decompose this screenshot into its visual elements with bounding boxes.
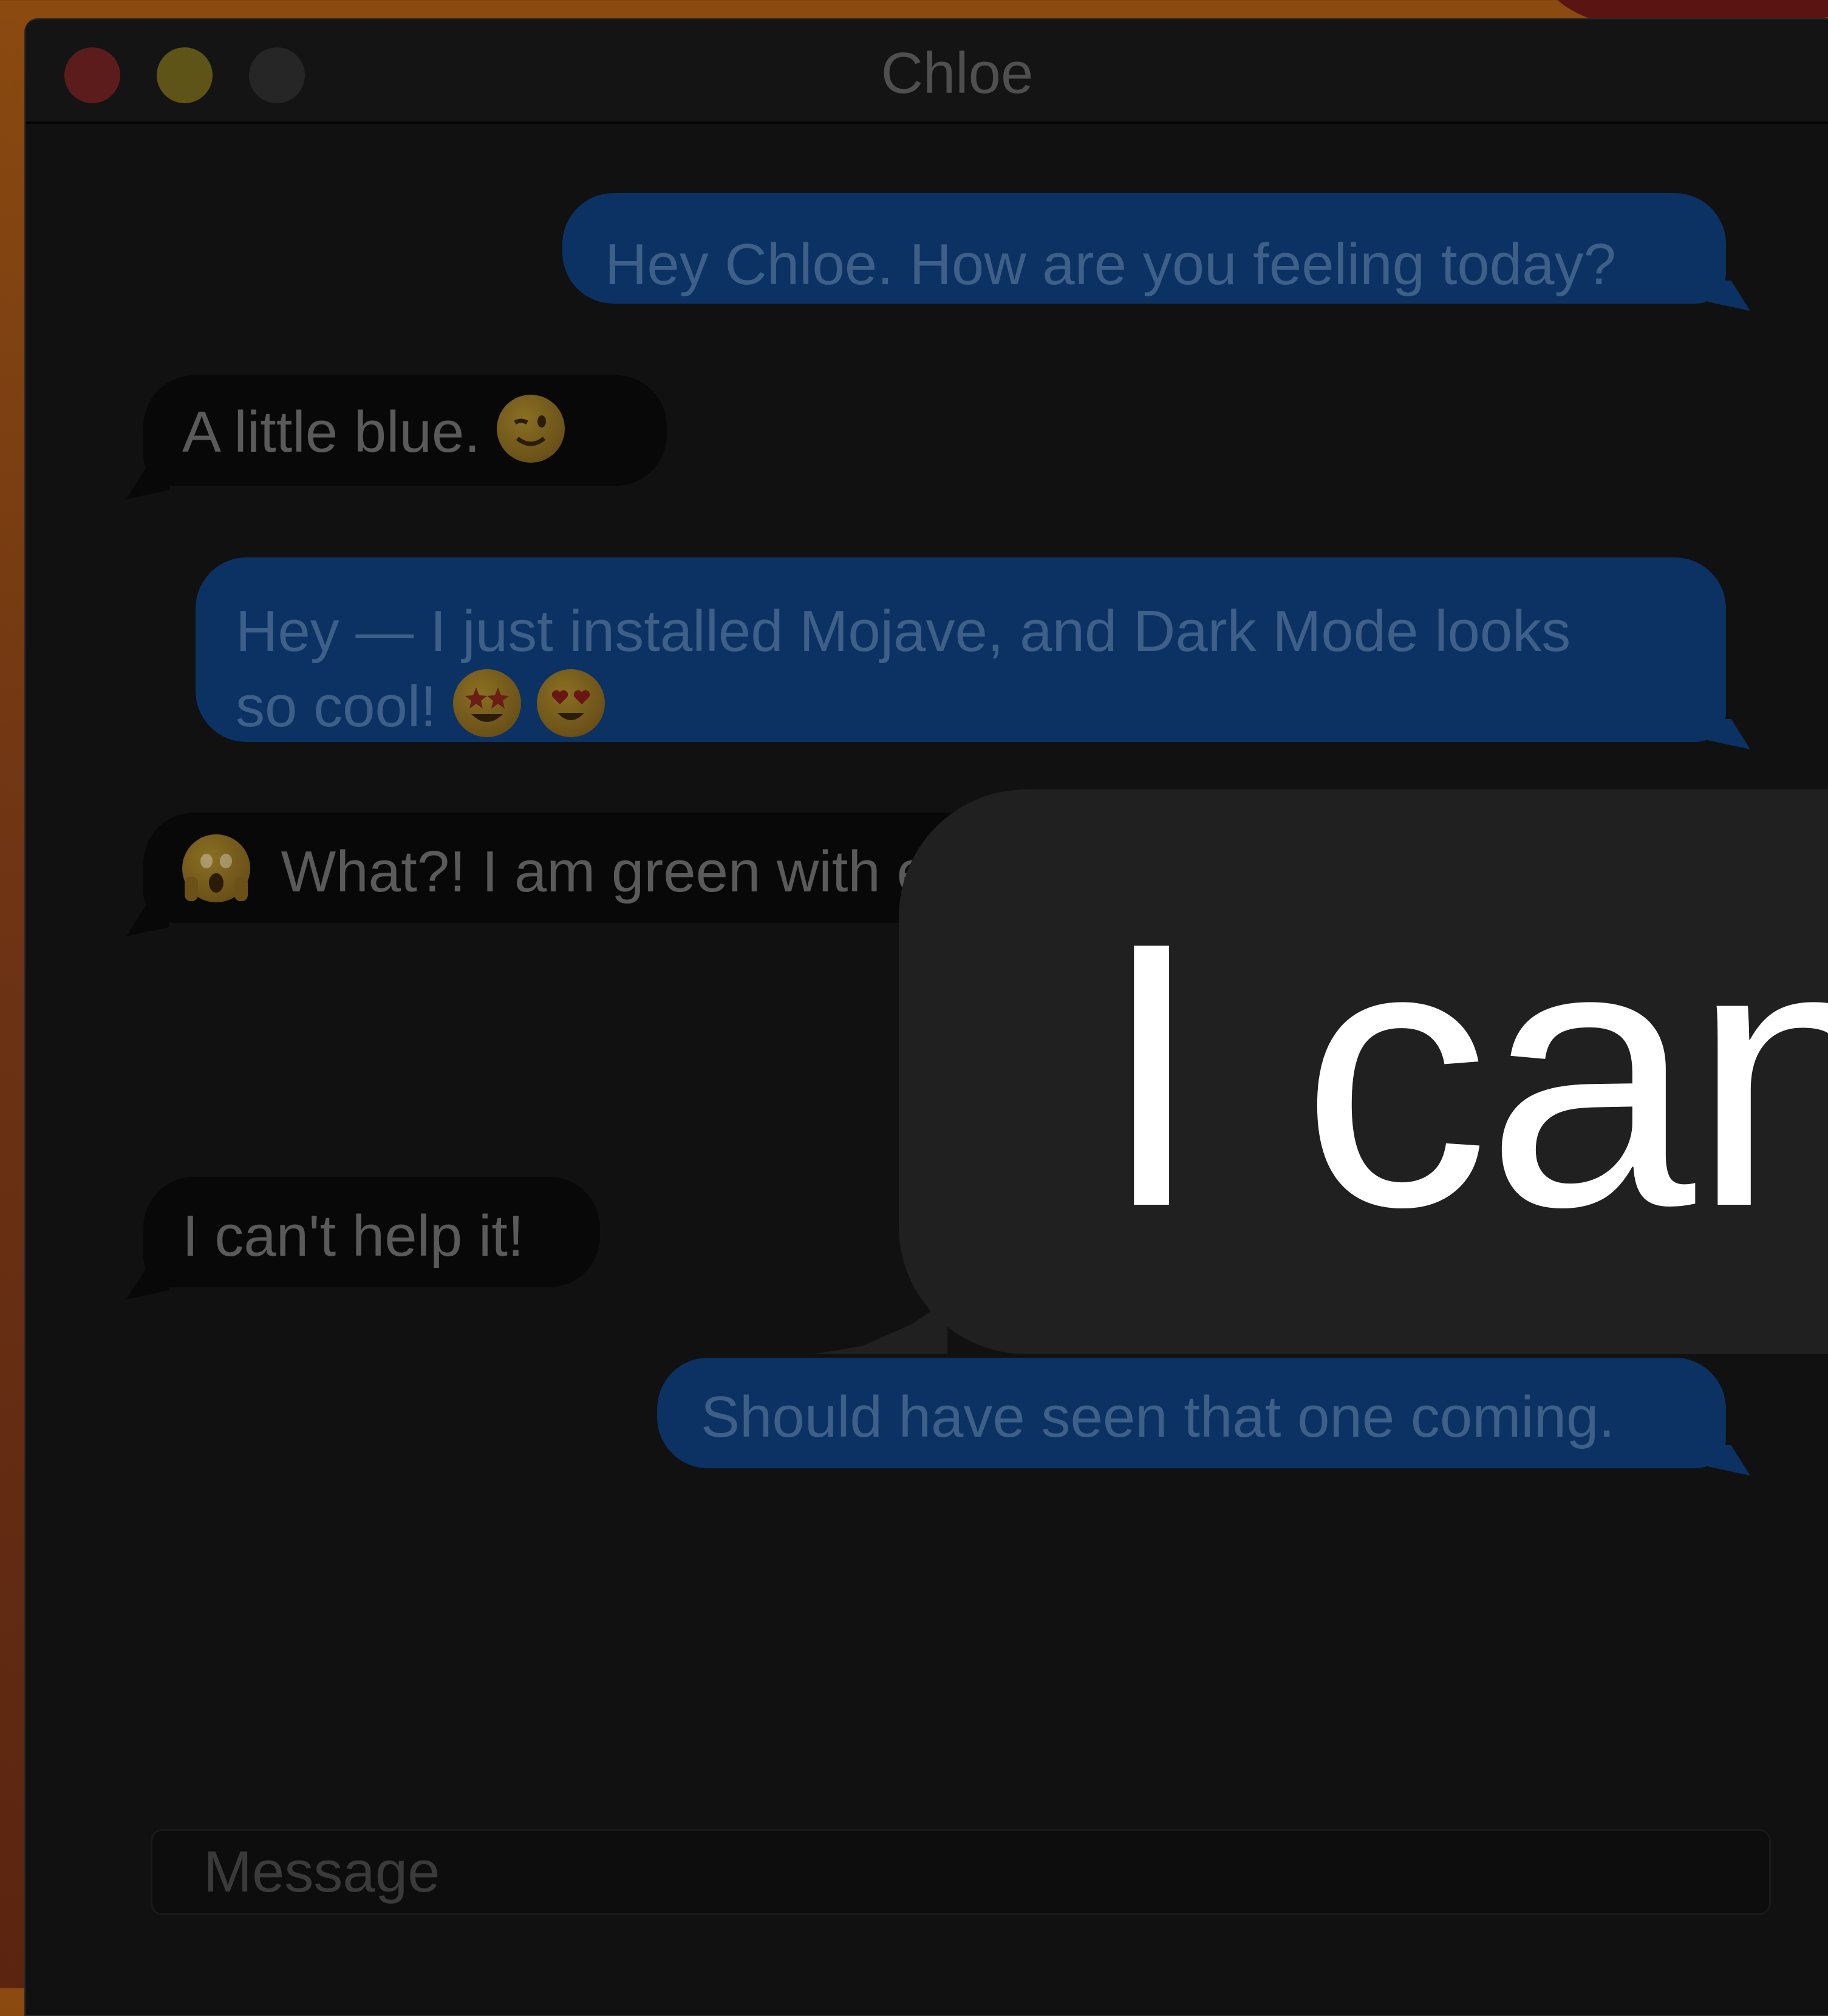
message-text-line: so cool! <box>236 669 1726 744</box>
message-text: A little blue. <box>182 400 480 465</box>
message-input[interactable] <box>151 1829 1771 1915</box>
bubble-tail <box>1708 281 1750 311</box>
bubble-tail <box>126 906 169 936</box>
received-message-bubble[interactable]: I can't help it! <box>143 1177 600 1287</box>
sent-message-bubble[interactable]: Hey Chloe. How are you feeling today? <box>562 193 1726 304</box>
star-struck-face-icon <box>452 669 521 737</box>
zoomed-message-bubble: I can' <box>899 789 1828 1354</box>
received-message-bubble[interactable]: A little blue. <box>143 375 667 486</box>
screaming-face-icon <box>182 834 250 902</box>
window-title: Chloe <box>881 41 1034 106</box>
winking-face-icon <box>496 395 565 463</box>
bubble-tail <box>126 469 169 499</box>
zoomed-message-text: I can' <box>1099 865 1828 1285</box>
sent-message-bubble[interactable]: Should have seen that one coming. <box>657 1358 1726 1468</box>
bubble-tail <box>1708 1445 1750 1476</box>
minimize-button[interactable] <box>157 47 213 103</box>
message-text: Should have seen that one coming. <box>701 1384 1615 1449</box>
message-text: Hey Chloe. How are you feeling today? <box>605 232 1616 297</box>
message-text-line: Hey — I just installed Mojave, and Dark … <box>236 599 1571 664</box>
bubble-tail <box>126 1269 169 1299</box>
message-text: What?! I am green with e <box>281 839 929 904</box>
message-text: I can't help it! <box>182 1204 524 1269</box>
sent-message-bubble[interactable]: Hey — I just installed Mojave, and Dark … <box>196 557 1726 742</box>
heart-eyes-face-icon <box>537 669 605 737</box>
bubble-tail <box>1708 719 1750 749</box>
close-button[interactable] <box>64 47 120 103</box>
title-bar[interactable]: Chloe <box>26 19 1828 124</box>
zoom-button[interactable] <box>249 47 305 103</box>
